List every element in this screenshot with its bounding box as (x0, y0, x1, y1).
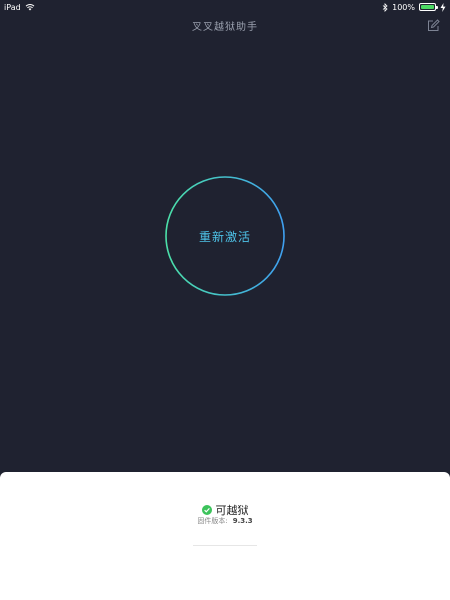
battery-tip (436, 6, 438, 9)
page-title: 叉叉越狱助手 (192, 21, 258, 33)
bottom-panel: 可越狱 固件版本: 9.3.3 (0, 472, 450, 600)
device-name: iPad (4, 2, 21, 12)
edit-button[interactable] (426, 18, 440, 32)
divider (193, 545, 257, 546)
battery-icon (419, 3, 438, 11)
status-right: 100% (382, 2, 446, 12)
reactivate-button[interactable]: 重新激活 (165, 176, 285, 296)
firmware-value: 9.3.3 (232, 517, 253, 525)
status-left: iPad (4, 3, 35, 12)
nav-bar: 叉叉越狱助手 (0, 14, 450, 36)
firmware-label: 固件版本: (197, 517, 228, 525)
battery-percent: 100% (392, 2, 415, 12)
check-circle-icon (201, 505, 212, 515)
bluetooth-icon (382, 2, 388, 12)
charging-bolt-icon (440, 2, 446, 12)
wifi-icon (25, 4, 35, 11)
edit-icon (427, 18, 440, 31)
battery-fill (421, 5, 434, 9)
activate-label: 重新激活 (198, 229, 251, 244)
firmware-version: 固件版本: 9.3.3 (0, 516, 450, 526)
status-bar: iPad 100% (0, 0, 450, 14)
